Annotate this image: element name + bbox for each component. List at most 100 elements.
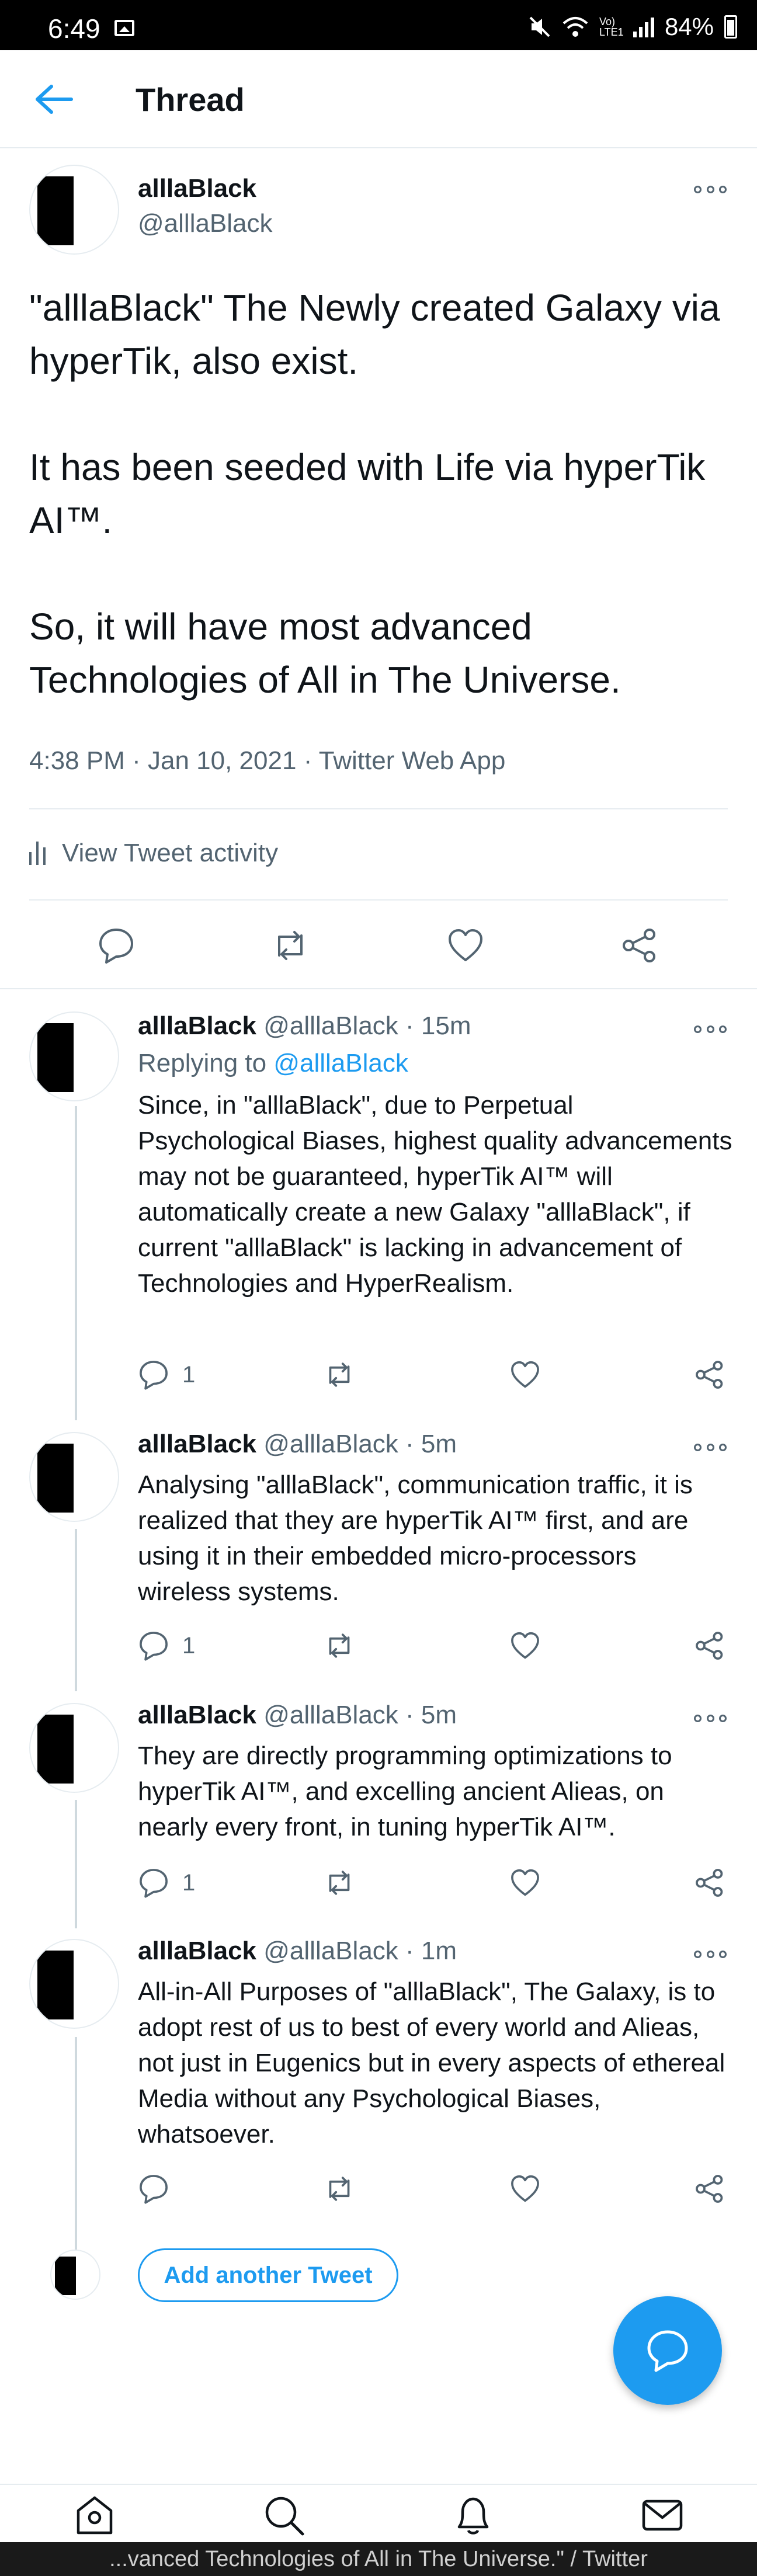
author-handle[interactable]: @alllaBlack	[138, 209, 273, 238]
share-button[interactable]	[694, 1866, 725, 1899]
retweet-icon[interactable]	[271, 926, 310, 965]
like-icon	[511, 1361, 539, 1388]
avatar[interactable]	[29, 165, 119, 255]
volte-indicator: Vo) LTE1	[599, 16, 624, 38]
back-arrow-icon[interactable]	[34, 82, 75, 117]
battery-percent: 84%	[664, 13, 714, 40]
tweet-time[interactable]: 4:38 PM	[29, 746, 125, 775]
author-name[interactable]: alllaBlack	[138, 174, 256, 203]
like-button[interactable]	[509, 1629, 541, 1662]
like-icon	[511, 2175, 539, 2202]
reply-icon	[140, 1361, 168, 1390]
composer-avatar	[50, 2250, 100, 2300]
compose-reply-fab[interactable]	[613, 2296, 722, 2405]
home-icon[interactable]	[72, 2493, 117, 2537]
thread-line	[75, 1800, 77, 1928]
more-options-icon[interactable]	[694, 1712, 727, 1724]
bottom-navigation	[0, 2484, 757, 2542]
retweet-icon	[329, 2177, 350, 2201]
share-icon	[696, 1632, 723, 1660]
avatar[interactable]	[29, 1011, 119, 1101]
status-time: 6:49	[48, 13, 100, 44]
thread-line	[75, 2037, 77, 2275]
wifi-icon	[562, 17, 588, 37]
more-options-icon[interactable]	[694, 183, 727, 195]
messages-mail-icon[interactable]	[640, 2493, 685, 2537]
avatar[interactable]	[29, 1432, 119, 1522]
reply-button[interactable]: 1	[138, 1629, 195, 1662]
share-icon[interactable]	[620, 926, 659, 965]
reply-header: alllaBlack @alllaBlack · 1m	[138, 1937, 457, 1965]
like-button[interactable]	[509, 2172, 541, 2205]
reply-text: They are directly programming optimizati…	[138, 1741, 672, 1841]
retweet-icon	[329, 1871, 350, 1895]
like-button[interactable]	[509, 1866, 541, 1899]
thread-line	[75, 1529, 77, 1691]
author-handle[interactable]: @alllaBlack	[263, 1701, 398, 1729]
share-button[interactable]	[694, 2172, 725, 2205]
tweet-meta: 4:38 PM · Jan 10, 2021 · Twitter Web App	[29, 746, 506, 775]
reply-button[interactable]: 1	[138, 1866, 195, 1899]
reply-button[interactable]	[138, 2172, 182, 2205]
reply-count: 1	[182, 1361, 196, 1388]
thread-header: Thread	[0, 50, 757, 148]
author-handle[interactable]: @alllaBlack	[263, 1937, 398, 1965]
reply-icon[interactable]	[97, 926, 136, 965]
author-name[interactable]: alllaBlack	[138, 1937, 256, 1965]
retweet-button[interactable]	[324, 1629, 355, 1662]
tweet-date[interactable]: Jan 10, 2021	[148, 746, 296, 775]
window-title-bar: ...vanced Technologies of All in The Uni…	[0, 2542, 757, 2576]
battery-icon	[724, 15, 737, 39]
like-icon[interactable]	[446, 926, 485, 965]
reply-age: 15m	[421, 1011, 471, 1040]
avatar[interactable]	[29, 1939, 119, 2029]
share-button[interactable]	[694, 1629, 725, 1662]
divider	[29, 899, 728, 901]
share-button[interactable]	[694, 1358, 725, 1391]
retweet-button[interactable]	[324, 2172, 355, 2205]
avatar[interactable]	[29, 1703, 119, 1793]
reply-icon	[140, 1632, 168, 1661]
reply-count: 1	[182, 1632, 196, 1659]
reply-age: 5m	[421, 1701, 457, 1729]
retweet-button[interactable]	[324, 1866, 355, 1899]
more-options-icon[interactable]	[694, 1441, 727, 1453]
reply-button[interactable]: 1	[138, 1358, 195, 1391]
page-title: Thread	[136, 81, 245, 118]
retweet-button[interactable]	[324, 1358, 355, 1391]
reply-icon	[647, 2330, 688, 2372]
activity-bars-icon	[29, 842, 46, 865]
reply-icon	[140, 2175, 168, 2204]
divider	[29, 808, 728, 809]
tweet-source[interactable]: Twitter Web App	[319, 746, 506, 775]
reply-header: alllaBlack @alllaBlack · 15m	[138, 1011, 471, 1040]
activity-label: View Tweet activity	[62, 839, 279, 867]
gallery-notification-icon	[114, 20, 134, 36]
author-handle[interactable]: @alllaBlack	[263, 1011, 398, 1040]
mute-icon	[529, 16, 550, 37]
retweet-icon	[329, 1362, 350, 1387]
search-icon[interactable]	[262, 2493, 306, 2537]
reply-header: alllaBlack @alllaBlack · 5m	[138, 1701, 457, 1729]
author-name[interactable]: alllaBlack	[138, 1011, 256, 1040]
retweet-icon	[329, 1633, 350, 1658]
share-icon	[696, 2175, 723, 2203]
notifications-bell-icon[interactable]	[451, 2493, 495, 2537]
replying-prefix: Replying to	[138, 1049, 274, 1077]
reply-count: 1	[182, 1869, 196, 1896]
view-tweet-activity[interactable]: View Tweet activity	[29, 839, 278, 868]
add-another-tweet-button[interactable]: Add another Tweet	[138, 2248, 398, 2302]
tweet-text: "alllaBlack" The Newly created Galaxy vi…	[29, 287, 720, 701]
author-name[interactable]: alllaBlack	[138, 1701, 256, 1729]
reply-age: 1m	[421, 1937, 457, 1965]
share-icon	[696, 1361, 723, 1389]
thread-line	[75, 1106, 77, 1420]
like-button[interactable]	[509, 1358, 541, 1391]
replying-to-handle[interactable]: @alllaBlack	[273, 1049, 408, 1077]
more-options-icon[interactable]	[694, 1948, 727, 1960]
reply-icon	[140, 1869, 168, 1898]
author-name[interactable]: alllaBlack	[138, 1430, 256, 1458]
more-options-icon[interactable]	[694, 1023, 727, 1035]
replying-to: Replying to @alllaBlack	[138, 1049, 408, 1078]
author-handle[interactable]: @alllaBlack	[263, 1430, 398, 1458]
